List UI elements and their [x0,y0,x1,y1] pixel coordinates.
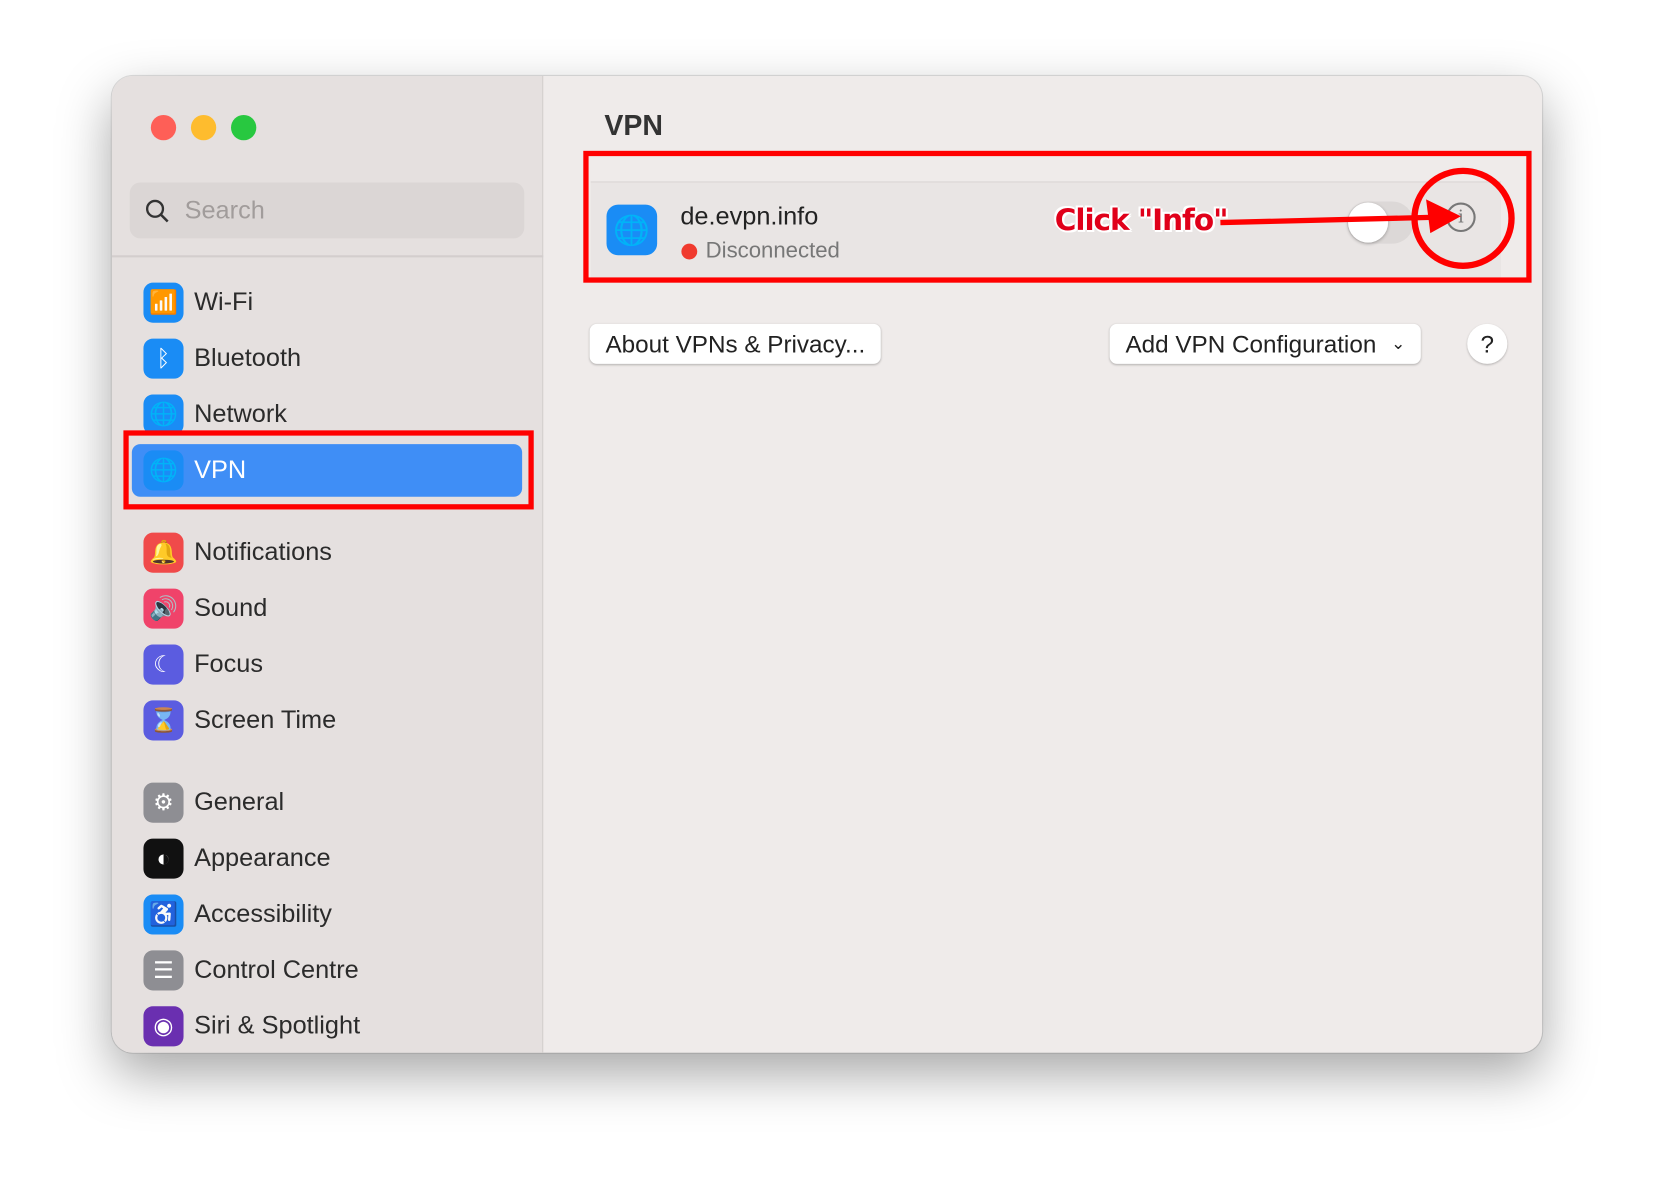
annotation-arrow-icon [1220,167,1515,269]
